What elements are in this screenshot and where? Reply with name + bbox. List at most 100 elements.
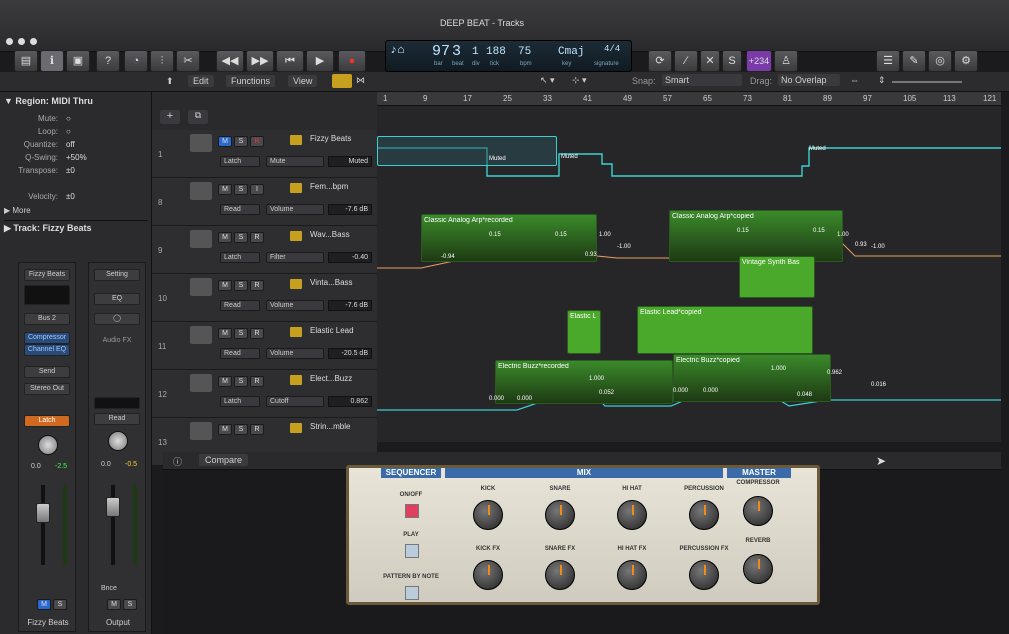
track-record[interactable]: R xyxy=(250,232,264,243)
track-record[interactable]: I xyxy=(250,184,264,195)
setting-slot[interactable]: Fizzy Beats xyxy=(24,269,70,281)
close-dot[interactable] xyxy=(6,38,13,45)
forward-button[interactable]: ▶▶ xyxy=(246,50,274,72)
track-name[interactable]: Elastic Lead xyxy=(310,326,354,335)
track-mute[interactable]: M xyxy=(218,232,232,243)
fx-slot-channel-eq[interactable]: Channel EQ xyxy=(24,344,70,356)
automation-icon[interactable] xyxy=(290,327,302,337)
fader-cap[interactable] xyxy=(106,497,120,517)
eq-slot[interactable]: EQ xyxy=(94,293,140,305)
automation-mode[interactable]: Read xyxy=(220,300,260,311)
audio-fx-label[interactable]: Audio FX xyxy=(94,337,140,344)
automation-mode[interactable]: Latch xyxy=(220,156,260,167)
param-row[interactable]: Mute: ○ xyxy=(4,114,146,126)
automation-icon[interactable] xyxy=(290,279,302,289)
automation-mode[interactable]: Read xyxy=(220,204,260,215)
view-menu[interactable]: View xyxy=(288,75,318,87)
pencil-tool[interactable]: ⊹ ▾ xyxy=(572,75,587,86)
mix-knob[interactable] xyxy=(617,500,647,530)
snap-select[interactable]: Smart xyxy=(662,74,742,86)
mix-knob[interactable] xyxy=(689,560,719,590)
volume-fader[interactable] xyxy=(41,485,45,565)
replace-button[interactable]: ∕ xyxy=(674,50,698,72)
automation-icon[interactable] xyxy=(290,183,302,193)
mix-knob[interactable] xyxy=(545,560,575,590)
drag-select[interactable]: No Overlap xyxy=(778,74,840,86)
region-muted[interactable] xyxy=(377,136,557,166)
automation-icon[interactable] xyxy=(290,231,302,241)
region-header[interactable]: ▼ Region: MIDI Thru xyxy=(4,96,93,110)
pointer-tool[interactable]: ↖ ▾ xyxy=(540,75,555,86)
send-slot[interactable]: Send xyxy=(24,366,70,378)
track-solo[interactable]: S xyxy=(234,328,248,339)
pan-knob[interactable] xyxy=(38,435,58,455)
autopunch-button[interactable]: ✕ xyxy=(700,50,720,72)
library-button[interactable]: ▤ xyxy=(14,50,38,72)
track-record[interactable]: R xyxy=(250,136,264,147)
track-mute[interactable]: M xyxy=(218,136,232,147)
automation-icon[interactable] xyxy=(290,135,302,145)
track-row[interactable]: 8 M S I Fem...bpm Read Volume -7.6 dB xyxy=(152,178,377,226)
editors-button[interactable]: ✂ xyxy=(176,50,200,72)
catch-icon[interactable] xyxy=(332,74,352,88)
pan-knob[interactable] xyxy=(108,431,128,451)
param-row[interactable]: Velocity: ±0 xyxy=(4,192,146,204)
region-elastic-short[interactable]: Elastic L xyxy=(567,310,601,354)
track-mute[interactable]: M xyxy=(218,184,232,195)
loop-browser-button[interactable]: ◎ xyxy=(928,50,952,72)
rewind-button[interactable]: ◀◀ xyxy=(216,50,244,72)
track-row[interactable]: 11 M S R Elastic Lead Read Volume -20.5 d… xyxy=(152,322,377,370)
flex-icon[interactable]: ⋈ xyxy=(356,75,365,86)
lcd-display[interactable]: ♪⌂ 97 3 1 188 75 Cmaj 4/4 bar beat div t… xyxy=(385,40,632,72)
param-row[interactable]: Quantize: off xyxy=(4,140,146,152)
zoom-slider[interactable] xyxy=(892,81,962,83)
fader-cap[interactable] xyxy=(36,503,50,523)
track-record[interactable]: R xyxy=(250,424,264,435)
solo-button[interactable]: S xyxy=(53,599,67,610)
automation-value[interactable]: -0.40 xyxy=(328,252,372,263)
automation-param[interactable]: Volume xyxy=(266,300,324,311)
track-solo[interactable]: S xyxy=(234,136,248,147)
pattern-button[interactable] xyxy=(405,586,419,600)
list-editors-button[interactable]: ☰ xyxy=(876,50,900,72)
more-disclosure[interactable]: ▶ More xyxy=(4,206,146,218)
zoom-dot[interactable] xyxy=(30,38,37,45)
track-row[interactable]: 1 M S R Fizzy Beats Latch Mute Muted xyxy=(152,130,377,178)
solo-button[interactable]: S xyxy=(123,599,137,610)
automation-value[interactable]: -20.5 dB xyxy=(328,348,372,359)
automation-param[interactable]: Mute xyxy=(266,156,324,167)
bounce-label[interactable]: Bnce xyxy=(101,585,117,592)
automation-param[interactable]: Cutoff xyxy=(266,396,324,407)
help-button[interactable]: ? xyxy=(96,50,120,72)
automation-param[interactable]: Volume xyxy=(266,204,324,215)
track-mute[interactable]: M xyxy=(218,376,232,387)
loop-checkbox[interactable]: ○ xyxy=(66,127,71,136)
global-tracks-button[interactable]: ⧉ xyxy=(188,110,208,124)
track-name[interactable]: Elect...Buzz xyxy=(310,374,352,383)
param-row[interactable]: Loop: ○ xyxy=(4,127,146,139)
track-solo[interactable]: S xyxy=(234,232,248,243)
param-row[interactable]: Transpose: ±0 xyxy=(4,166,146,178)
automation-icon[interactable] xyxy=(290,423,302,433)
reverb-knob[interactable] xyxy=(743,554,773,584)
automation-value[interactable]: -7.6 dB xyxy=(328,300,372,311)
notes-button[interactable]: ✎ xyxy=(902,50,926,72)
onoff-button[interactable] xyxy=(405,504,419,518)
track-record[interactable]: R xyxy=(250,376,264,387)
track-solo[interactable]: S xyxy=(234,184,248,195)
mix-knob[interactable] xyxy=(617,560,647,590)
zoom-vertical-icon[interactable]: ⇕ xyxy=(878,75,886,86)
play-button[interactable] xyxy=(405,544,419,558)
back-icon[interactable]: ⬆ xyxy=(166,76,174,87)
region-arp-copied[interactable]: Classic Analog Arp*copied xyxy=(669,210,843,262)
track-row[interactable]: 12 M S R Elect...Buzz Latch Cutoff 0.862 xyxy=(152,370,377,418)
record-button[interactable]: ● xyxy=(338,50,366,72)
mix-knob[interactable] xyxy=(473,500,503,530)
minimize-dot[interactable] xyxy=(18,38,25,45)
mix-knob[interactable] xyxy=(473,560,503,590)
tuner-button[interactable]: ♙ xyxy=(774,50,798,72)
region-elastic-copied[interactable]: Elastic Lead*copied xyxy=(637,306,813,354)
info-icon[interactable]: ⓘ xyxy=(173,455,182,468)
track-solo[interactable]: S xyxy=(234,376,248,387)
param-row[interactable]: Q-Swing: +50% xyxy=(4,153,146,165)
